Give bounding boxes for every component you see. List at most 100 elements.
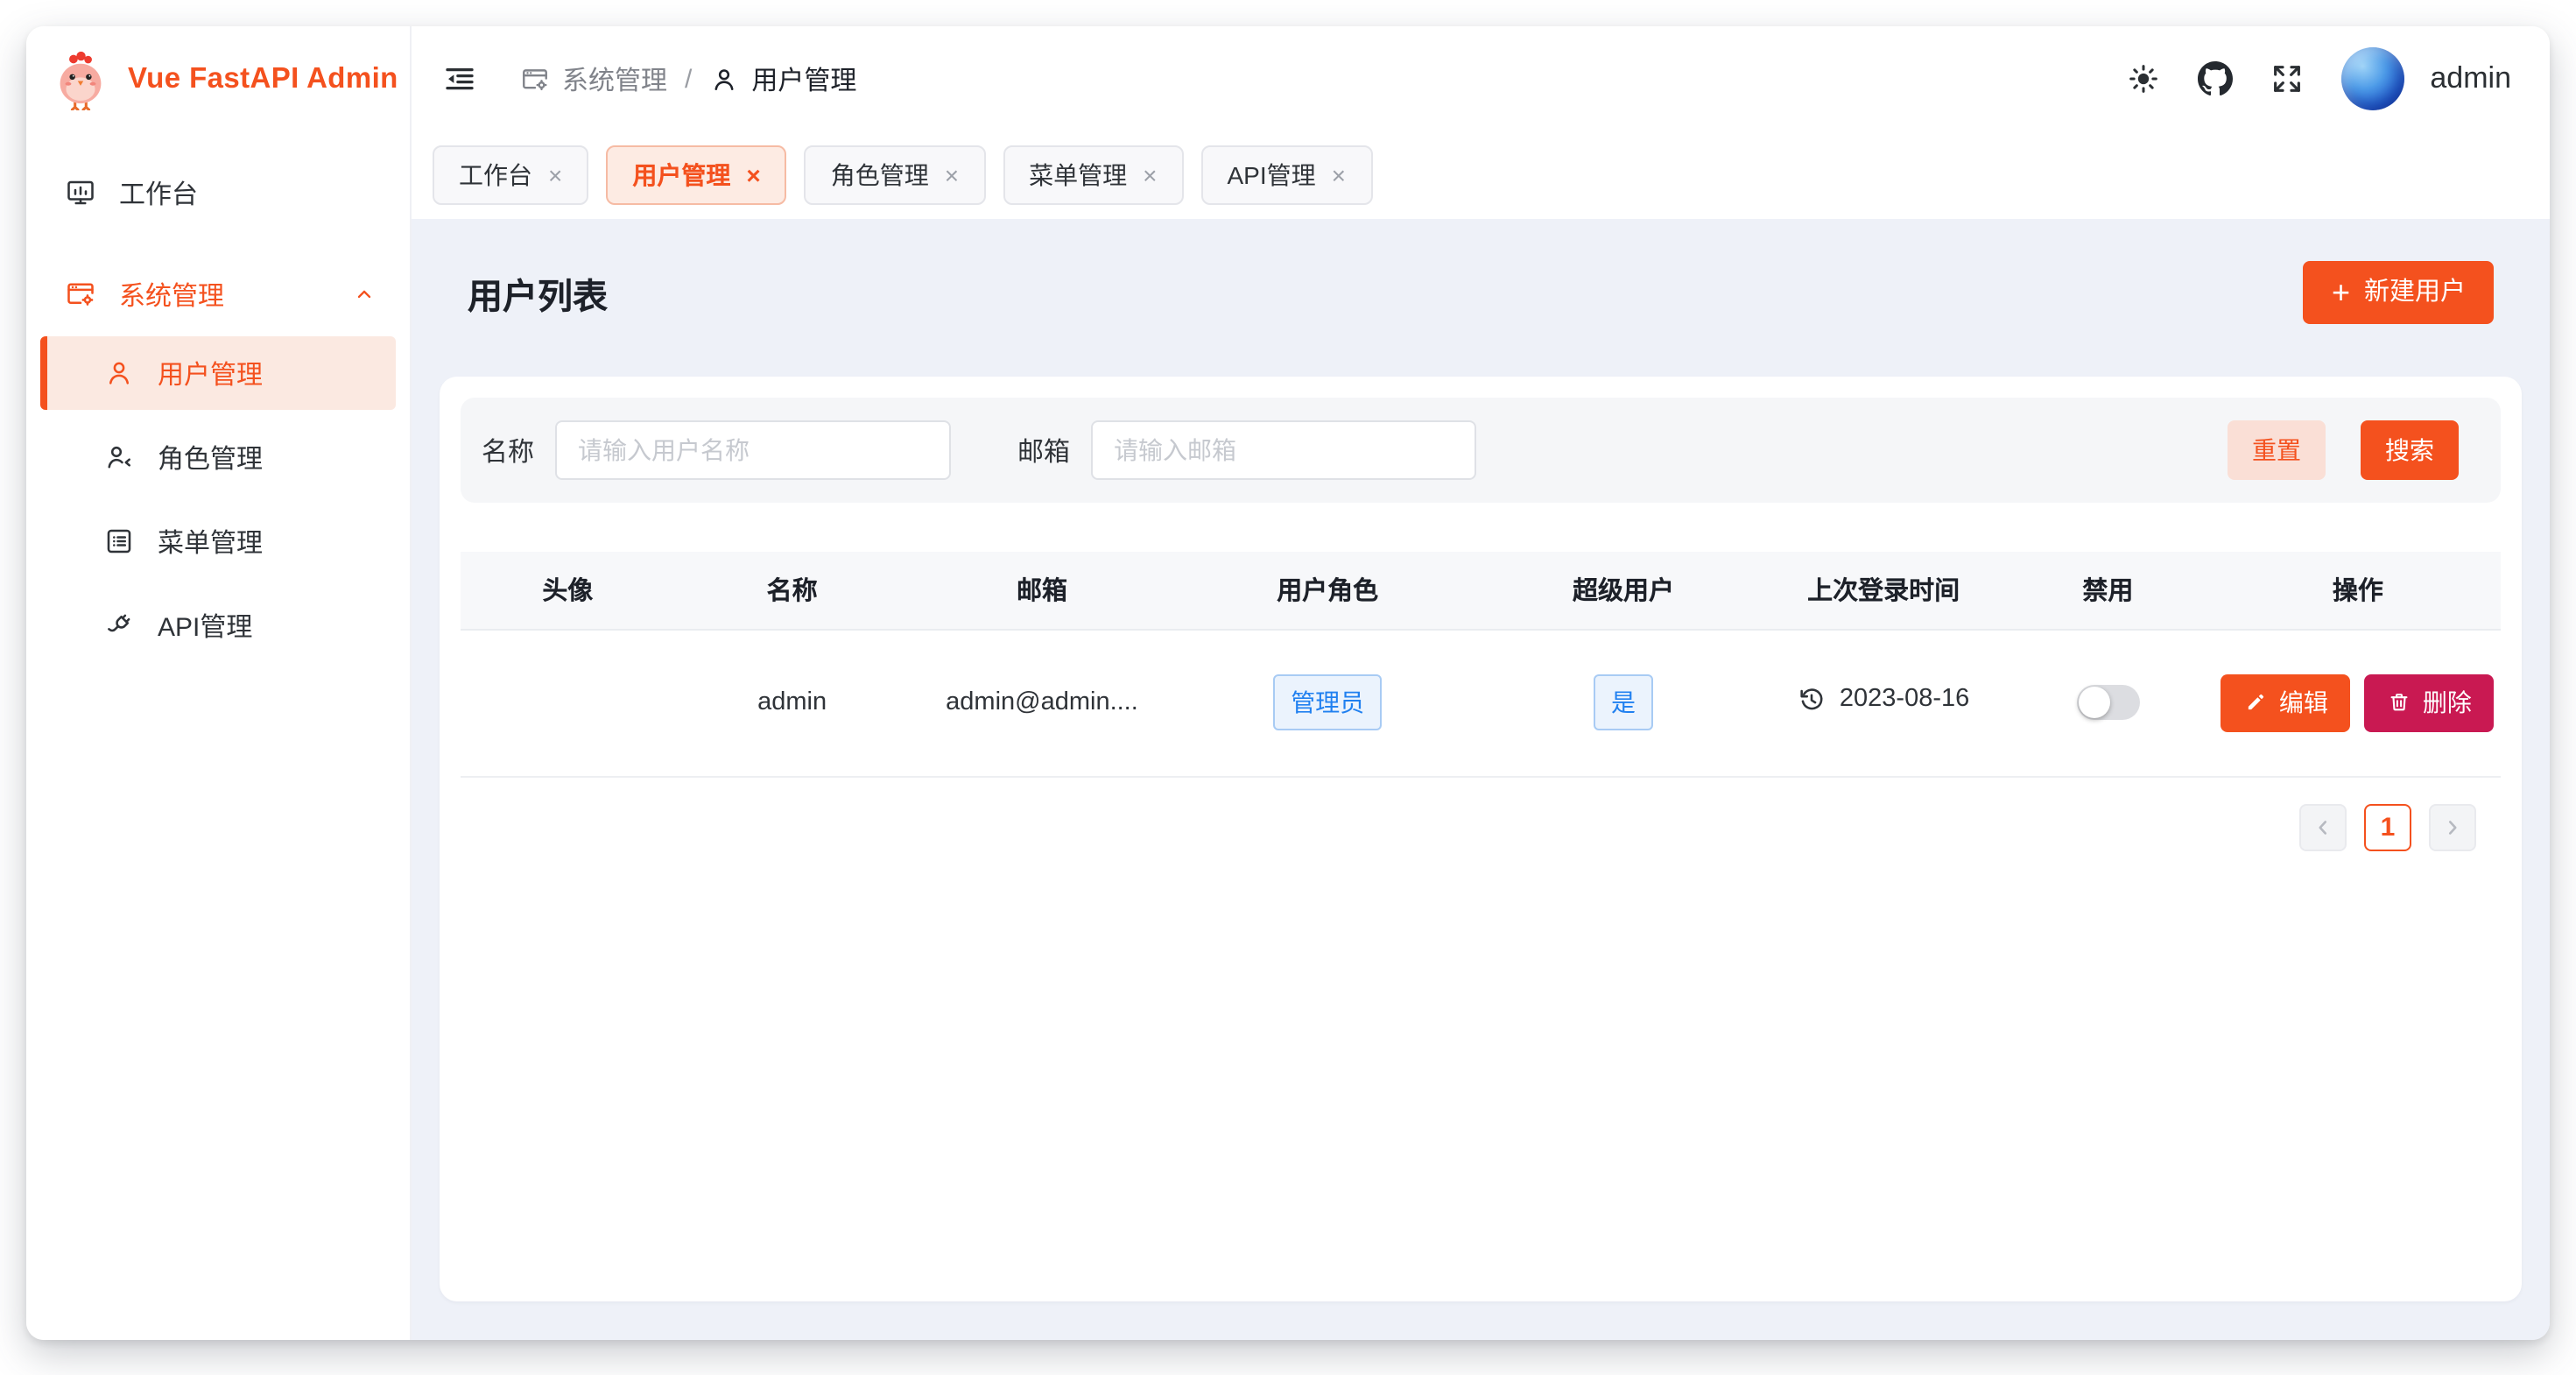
api-plug-icon [103,610,135,641]
close-icon[interactable]: × [1332,163,1346,187]
breadcrumb-label: 系统管理 [562,60,667,97]
system-gear-icon [65,279,96,310]
topbar: 系统管理 / 用户管理 [412,26,2550,131]
cell-email: admin@admin.... [910,629,1175,776]
cell-name: admin [675,629,910,776]
email-filter-label: 邮箱 [1017,432,1070,469]
chevron-up-icon [350,280,378,308]
user-list-card: 名称 邮箱 重置 搜索 [440,377,2522,1301]
close-icon[interactable]: × [548,163,562,187]
sidebar: Vue FastAPI Admin 工作台 [26,26,412,1340]
sidebar-item-label: 用户管理 [158,355,263,391]
sidebar-item-label: 菜单管理 [158,523,263,560]
tab-menu-management[interactable]: 菜单管理 × [1003,145,1183,205]
col-role: 用户角色 [1174,552,1481,629]
tab-label: 菜单管理 [1029,158,1127,193]
sidebar-collapse-icon[interactable] [441,60,478,97]
tab-label: 工作台 [459,158,532,193]
pencil-icon [2244,690,2269,715]
system-gear-icon [520,64,550,94]
pagination-page-1[interactable]: 1 [2364,803,2411,850]
tab-label: 用户管理 [632,158,730,193]
new-user-button[interactable]: + 新建用户 [2304,261,2494,324]
disabled-toggle[interactable] [2076,685,2139,720]
pagination: 1 [461,803,2476,850]
logo[interactable]: Vue FastAPI Admin [26,26,410,128]
sidebar-item-system[interactable]: 系统管理 [40,257,396,331]
page-title: 用户列表 [468,267,608,318]
sidebar-item-role-management[interactable]: 角色管理 [40,420,396,494]
fullscreen-icon[interactable] [2269,61,2304,96]
col-last-login: 上次登录时间 [1766,552,2001,629]
menu-list-icon [103,525,135,557]
content: 用户列表 + 新建用户 名称 邮箱 [412,219,2550,1340]
tab-label: API管理 [1228,158,1316,193]
col-superuser: 超级用户 [1481,552,1766,629]
github-icon[interactable] [2197,61,2232,96]
user-icon [709,64,739,94]
close-icon[interactable]: × [945,163,959,187]
edit-label: 编辑 [2279,690,2328,715]
sidebar-menu: 工作台 系统管理 [26,128,410,667]
sidebar-item-workbench[interactable]: 工作台 [40,156,396,229]
close-icon[interactable]: × [1143,163,1157,187]
breadcrumb-separator: / [685,64,692,94]
pagination-prev-button[interactable] [2299,803,2347,850]
col-disabled: 禁用 [2001,552,2215,629]
delete-label: 删除 [2423,690,2472,715]
close-icon[interactable]: × [746,163,760,187]
username[interactable]: admin [2430,61,2511,96]
app-window: Vue FastAPI Admin 工作台 [26,26,2550,1340]
col-avatar: 头像 [461,552,675,629]
cell-avatar [461,629,675,776]
pagination-next-button[interactable] [2429,803,2476,850]
user-icon [103,357,135,389]
sidebar-item-user-management[interactable]: 用户管理 [40,336,396,410]
breadcrumb-user-management[interactable]: 用户管理 [709,60,856,97]
col-actions: 操作 [2215,552,2501,629]
superuser-tag: 是 [1594,674,1653,730]
main-area: 系统管理 / 用户管理 [412,26,2550,1340]
name-filter-label: 名称 [482,432,534,469]
search-button[interactable]: 搜索 [2361,420,2459,480]
delete-button[interactable]: 删除 [2365,673,2495,731]
sidebar-item-label: 角色管理 [158,439,263,476]
sidebar-item-menu-management[interactable]: 菜单管理 [40,504,396,578]
last-login-value: 2023-08-16 [1840,685,1969,713]
tab-api-management[interactable]: API管理 × [1201,145,1373,205]
new-user-label: 新建用户 [2364,280,2466,306]
tab-role-management[interactable]: 角色管理 × [805,145,985,205]
trash-icon [2388,690,2412,715]
app-title: Vue FastAPI Admin [128,62,398,95]
tab-workbench[interactable]: 工作台 × [433,145,588,205]
filter-actions: 重置 搜索 [2228,420,2459,480]
role-tag: 管理员 [1273,674,1382,730]
email-filter-group: 邮箱 [1017,420,1476,480]
sidebar-item-label: 工作台 [119,174,198,211]
tabs-bar: 工作台 × 用户管理 × 角色管理 × 菜单管理 × API管理 × [412,131,2550,219]
email-filter-input[interactable] [1091,420,1476,480]
tab-label: 角色管理 [831,158,929,193]
sidebar-item-label: 系统管理 [119,276,224,313]
name-filter-input[interactable] [555,420,951,480]
cell-actions: 编辑 [2215,629,2501,776]
theme-sun-icon[interactable] [2125,61,2160,96]
plus-icon: + [2332,276,2350,307]
user-avatar[interactable] [2340,47,2404,110]
breadcrumb-label: 用户管理 [751,60,856,97]
page-header: 用户列表 + 新建用户 [468,261,2494,324]
table-header-row: 头像 名称 邮箱 用户角色 超级用户 上次登录时间 禁用 操作 [461,552,2501,629]
chevron-left-icon [2312,815,2334,838]
users-table: 头像 名称 邮箱 用户角色 超级用户 上次登录时间 禁用 操作 [461,552,2501,777]
col-email: 邮箱 [910,552,1175,629]
reset-button[interactable]: 重置 [2228,420,2326,480]
sidebar-item-api-management[interactable]: API管理 [40,589,396,662]
table-row: admin admin@admin.... 管理员 是 [461,629,2501,776]
edit-button[interactable]: 编辑 [2221,673,2351,731]
sidebar-item-label: API管理 [158,607,252,644]
chicken-logo-icon [49,47,112,110]
tab-user-management[interactable]: 用户管理 × [606,145,786,205]
cell-last-login: 2023-08-16 [1766,629,2001,776]
breadcrumb-system[interactable]: 系统管理 [520,60,667,97]
breadcrumb: 系统管理 / 用户管理 [520,60,856,97]
